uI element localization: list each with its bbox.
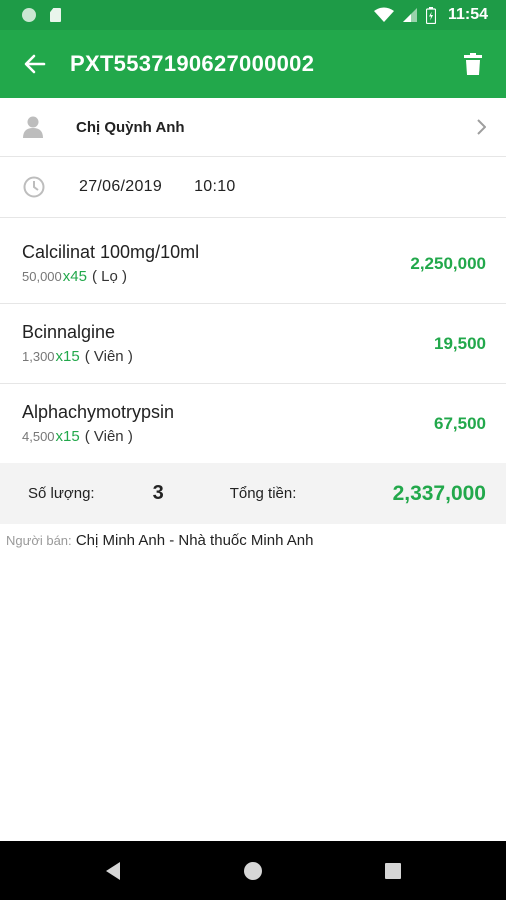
item-name: Alphachymotrypsin — [22, 402, 175, 422]
order-date: 27/06/2019 — [79, 178, 163, 195]
list-item[interactable]: Calcilinat 100mg/10ml 50,000 x45 ( Lọ ) … — [0, 224, 506, 304]
delete-button[interactable] — [460, 50, 486, 78]
system-nav-bar — [0, 841, 506, 900]
list-item[interactable]: Bcinnalgine 1,300 x15 ( Viên ) 19,500 — [0, 304, 506, 384]
seller-info: Người bán: Chị Minh Anh - Nhà thuốc Minh… — [6, 532, 313, 549]
status-bar: 11:54 — [0, 0, 506, 30]
nav-recents-icon — [385, 862, 401, 879]
order-summary: Số lượng: 3 Tổng tiền: 2,337,000 — [0, 463, 506, 524]
item-total: 2,250,000 — [410, 253, 486, 273]
nav-back-button[interactable] — [104, 861, 122, 881]
item-price: 4,500 — [22, 429, 55, 444]
datetime-row: 27/06/2019 10:10 — [0, 157, 506, 218]
seller-label: Người bán: — [6, 533, 72, 548]
item-quantity: x15 — [55, 348, 80, 365]
item-info: Bcinnalgine 1,300 x15 ( Viên ) — [22, 322, 133, 365]
quantity-value: 3 — [152, 482, 164, 504]
item-detail: 4,500 x15 ( Viên ) — [22, 428, 174, 445]
page-title: PXT5537190627000002 — [70, 51, 315, 76]
status-left — [22, 8, 61, 22]
item-unit: ( Lọ ) — [91, 268, 127, 285]
item-unit: ( Viên ) — [84, 428, 133, 445]
nav-home-button[interactable] — [243, 861, 263, 881]
nav-home-icon — [244, 861, 262, 880]
app-bar: PXT5537190627000002 — [0, 30, 506, 98]
item-name: Calcilinat 100mg/10ml — [22, 242, 200, 262]
item-price: 1,300 — [22, 349, 55, 364]
customer-row[interactable]: Chị Quỳnh Anh — [0, 98, 506, 157]
list-item[interactable]: Alphachymotrypsin 4,500 x15 ( Viên ) 67,… — [0, 384, 506, 464]
nav-recents-button[interactable] — [385, 862, 401, 879]
battery-icon — [425, 6, 436, 24]
status-time: 11:54 — [447, 6, 488, 23]
clock-icon — [23, 176, 45, 198]
status-right: 11:54 — [373, 6, 488, 24]
order-time: 10:10 — [194, 178, 236, 195]
customer-name: Chị Quỳnh Anh — [76, 118, 185, 136]
item-detail: 50,000 x45 ( Lọ ) — [22, 268, 199, 285]
item-detail: 1,300 x15 ( Viên ) — [22, 348, 133, 365]
item-info: Alphachymotrypsin 4,500 x15 ( Viên ) — [22, 402, 174, 445]
total-value: 2,337,000 — [392, 481, 486, 505]
chevron-right-icon — [477, 119, 486, 135]
item-total: 67,500 — [434, 413, 486, 433]
sd-card-icon — [50, 8, 61, 22]
item-unit: ( Viên ) — [84, 348, 133, 365]
wifi-icon — [373, 7, 394, 22]
item-quantity: x15 — [55, 428, 80, 445]
quantity-label: Số lượng: — [28, 485, 95, 502]
person-icon — [23, 116, 43, 138]
notification-dot-icon — [22, 8, 36, 22]
nav-back-icon — [106, 861, 120, 880]
seller-value: Chị Minh Anh - Nhà thuốc Minh Anh — [75, 532, 314, 549]
item-total: 19,500 — [434, 333, 486, 353]
trash-icon — [464, 53, 482, 75]
total-label: Tổng tiền: — [229, 485, 297, 502]
signal-icon — [402, 8, 417, 22]
back-button[interactable] — [22, 51, 48, 77]
item-price: 50,000 — [22, 269, 62, 284]
item-name: Bcinnalgine — [22, 322, 116, 342]
item-info: Calcilinat 100mg/10ml 50,000 x45 ( Lọ ) — [22, 242, 199, 285]
item-quantity: x45 — [62, 268, 87, 285]
back-arrow-icon — [24, 54, 46, 74]
